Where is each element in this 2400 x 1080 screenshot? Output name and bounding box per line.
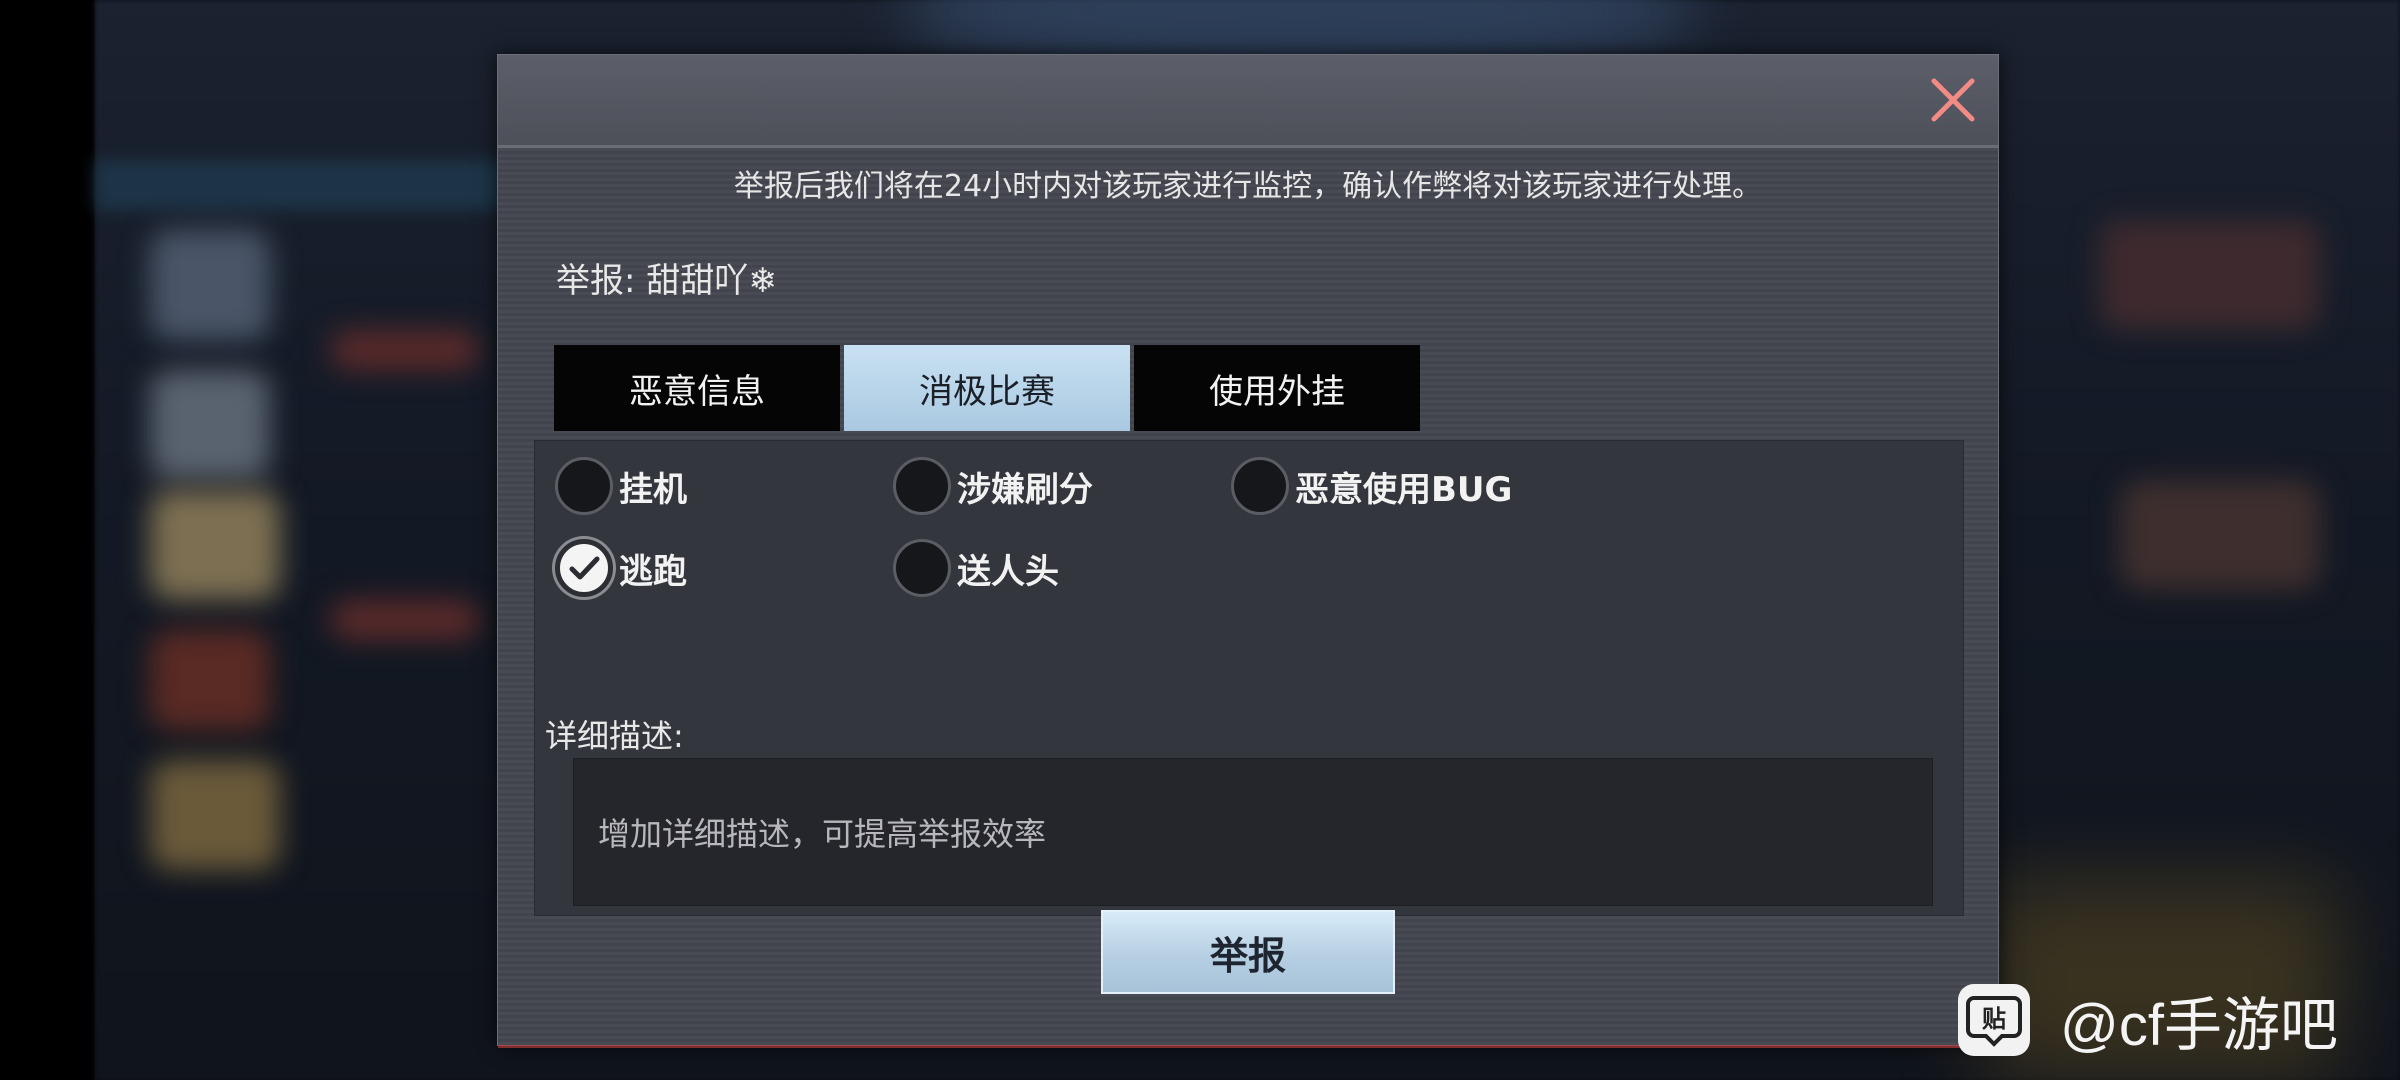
checkmark-icon [569,556,600,580]
option-afk[interactable]: 挂机 [555,457,687,515]
report-options-panel: 挂机 涉嫌刷分 恶意使用BUG 逃跑 送人头 详细描述: 增加详细描述，可提高举… [534,440,1964,916]
option-feeding[interactable]: 送人头 [893,539,1059,597]
close-button[interactable] [1926,73,1980,127]
reported-player: 举报: 甜甜吖❄ [556,261,777,301]
report-notice: 举报后我们将在24小时内对该玩家进行监控，确认作弊将对该玩家进行处理。 [733,169,1763,204]
tab-cheating[interactable]: 使用外挂 [1134,345,1420,431]
radio-button[interactable] [1231,457,1289,515]
option-label: 涉嫌刷分 [957,469,1093,510]
description-input[interactable]: 增加详细描述，可提高举报效率 [573,758,1933,906]
radio-button-checked[interactable] [555,539,613,597]
option-score-farming[interactable]: 涉嫌刷分 [893,457,1093,515]
svg-text:贴: 贴 [1982,1005,2006,1033]
option-label: 送人头 [957,551,1059,592]
option-label: 恶意使用BUG [1295,469,1513,510]
option-escape[interactable]: 逃跑 [555,539,687,597]
option-label: 逃跑 [619,551,687,592]
dialog-header [498,55,1998,148]
radio-button[interactable] [555,457,613,515]
description-label: 详细描述: [545,717,684,755]
option-label: 挂机 [619,469,687,510]
radio-button[interactable] [893,539,951,597]
option-bug-abuse[interactable]: 恶意使用BUG [1231,457,1512,515]
tab-malicious-info[interactable]: 恶意信息 [554,345,840,431]
watermark-text: @cf手游吧 [2060,993,2338,1058]
close-icon [1931,78,1975,122]
report-submit-button[interactable]: 举报 [1101,910,1395,994]
tieba-icon: 贴 [1958,984,2030,1056]
watermark: 贴 @cf手游吧 [1958,978,2338,1062]
radio-button[interactable] [893,457,951,515]
report-category-tabs: 恶意信息 消极比赛 使用外挂 [554,345,1420,431]
report-dialog: 举报后我们将在24小时内对该玩家进行监控，确认作弊将对该玩家进行处理。 举报: … [497,54,1999,1048]
tab-negative-play[interactable]: 消极比赛 [844,345,1130,431]
